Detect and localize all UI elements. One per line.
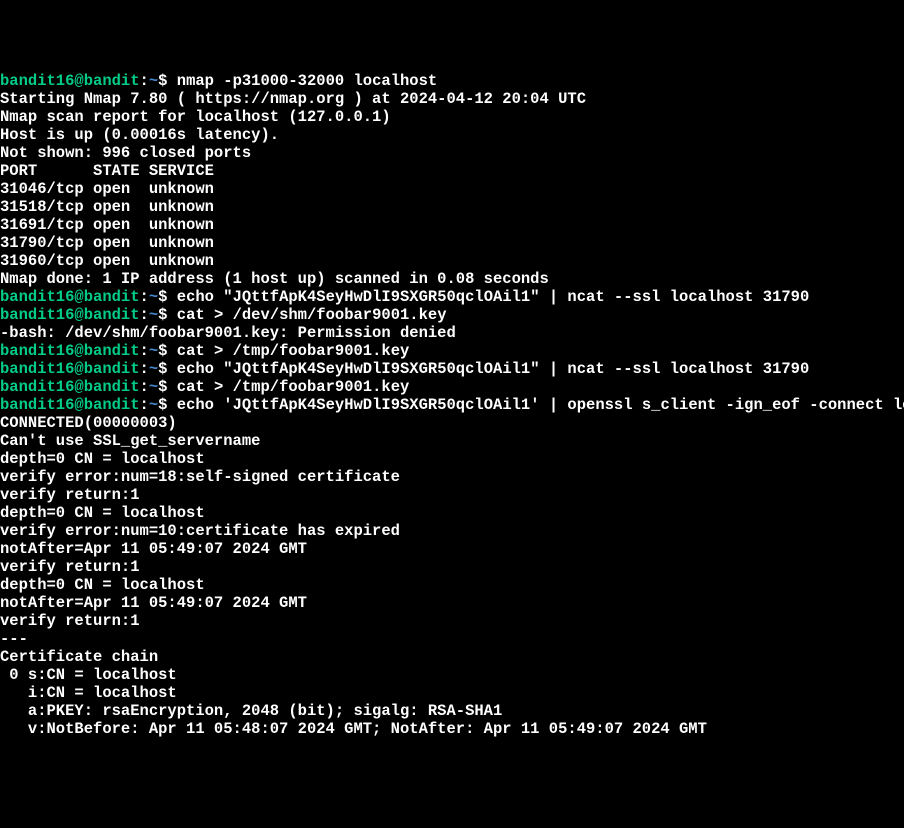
command: cat > /tmp/foobar9001.key [177, 342, 410, 360]
output-line: Not shown: 996 closed ports [0, 144, 904, 162]
command: echo 'JQttfApK4SeyHwDlI9SXGR50qclOAil1' … [177, 396, 904, 414]
output-line: verify error:num=18:self-signed certific… [0, 468, 904, 486]
terminal-output[interactable]: bandit16@bandit:~$ nmap -p31000-32000 lo… [0, 72, 904, 738]
output-line: 31790/tcp open unknown [0, 234, 904, 252]
path: ~ [149, 72, 158, 90]
path: ~ [149, 288, 158, 306]
output-line: verify return:1 [0, 612, 904, 630]
output-line: Nmap scan report for localhost (127.0.0.… [0, 108, 904, 126]
output-line: -bash: /dev/shm/foobar9001.key: Permissi… [0, 324, 904, 342]
user-host: bandit16@bandit [0, 72, 140, 90]
output-line: CONNECTED(00000003) [0, 414, 904, 432]
path: ~ [149, 306, 158, 324]
prompt-line: bandit16@bandit:~$ nmap -p31000-32000 lo… [0, 72, 904, 90]
output-line: v:NotBefore: Apr 11 05:48:07 2024 GMT; N… [0, 720, 904, 738]
user-host: bandit16@bandit [0, 360, 140, 378]
output-line: Starting Nmap 7.80 ( https://nmap.org ) … [0, 90, 904, 108]
output-line: --- [0, 630, 904, 648]
command: nmap -p31000-32000 localhost [177, 72, 437, 90]
path: ~ [149, 378, 158, 396]
command: echo "JQttfApK4SeyHwDlI9SXGR50qclOAil1" … [177, 288, 810, 306]
output-line: depth=0 CN = localhost [0, 450, 904, 468]
output-line: verify return:1 [0, 486, 904, 504]
output-line: 31960/tcp open unknown [0, 252, 904, 270]
output-line: 31691/tcp open unknown [0, 216, 904, 234]
prompt-line: bandit16@bandit:~$ echo "JQttfApK4SeyHwD… [0, 288, 904, 306]
user-host: bandit16@bandit [0, 288, 140, 306]
prompt-line: bandit16@bandit:~$ echo "JQttfApK4SeyHwD… [0, 360, 904, 378]
command: cat > /tmp/foobar9001.key [177, 378, 410, 396]
user-host: bandit16@bandit [0, 342, 140, 360]
output-line: Nmap done: 1 IP address (1 host up) scan… [0, 270, 904, 288]
path: ~ [149, 360, 158, 378]
output-line: Host is up (0.00016s latency). [0, 126, 904, 144]
output-line: notAfter=Apr 11 05:49:07 2024 GMT [0, 594, 904, 612]
prompt-line: bandit16@bandit:~$ echo 'JQttfApK4SeyHwD… [0, 396, 904, 414]
prompt-line: bandit16@bandit:~$ cat > /tmp/foobar9001… [0, 342, 904, 360]
prompt-line: bandit16@bandit:~$ cat > /tmp/foobar9001… [0, 378, 904, 396]
output-line: 0 s:CN = localhost [0, 666, 904, 684]
output-line: 31046/tcp open unknown [0, 180, 904, 198]
path: ~ [149, 342, 158, 360]
output-line: Can't use SSL_get_servername [0, 432, 904, 450]
command: echo "JQttfApK4SeyHwDlI9SXGR50qclOAil1" … [177, 360, 810, 378]
path: ~ [149, 396, 158, 414]
output-line: depth=0 CN = localhost [0, 576, 904, 594]
output-line: notAfter=Apr 11 05:49:07 2024 GMT [0, 540, 904, 558]
output-line: i:CN = localhost [0, 684, 904, 702]
user-host: bandit16@bandit [0, 378, 140, 396]
output-line: a:PKEY: rsaEncryption, 2048 (bit); sigal… [0, 702, 904, 720]
output-line: verify error:num=10:certificate has expi… [0, 522, 904, 540]
user-host: bandit16@bandit [0, 306, 140, 324]
output-line: 31518/tcp open unknown [0, 198, 904, 216]
prompt-line: bandit16@bandit:~$ cat > /dev/shm/foobar… [0, 306, 904, 324]
command: cat > /dev/shm/foobar9001.key [177, 306, 447, 324]
output-line: PORT STATE SERVICE [0, 162, 904, 180]
user-host: bandit16@bandit [0, 396, 140, 414]
output-line: Certificate chain [0, 648, 904, 666]
output-line: depth=0 CN = localhost [0, 504, 904, 522]
output-line: verify return:1 [0, 558, 904, 576]
